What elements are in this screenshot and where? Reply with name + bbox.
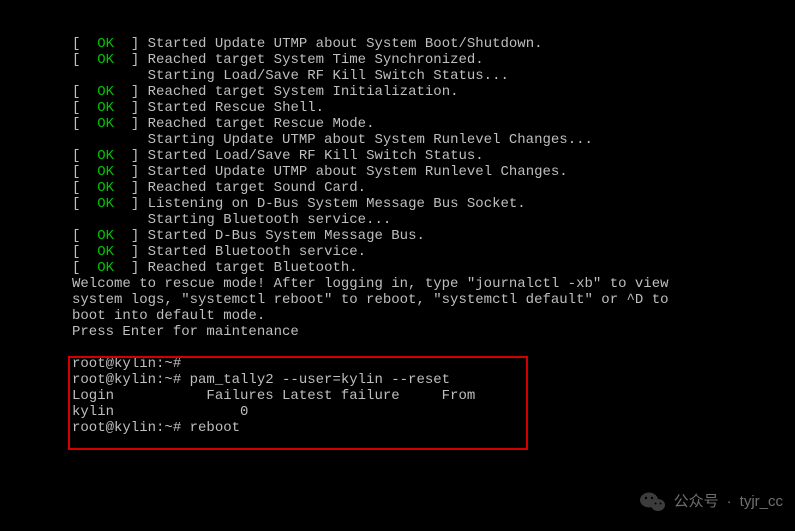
- boot-message: Started Update UTMP about System Boot/Sh…: [148, 36, 543, 52]
- boot-message: Starting Bluetooth service...: [148, 212, 392, 228]
- shell-line: root@kylin:~# reboot: [72, 420, 795, 436]
- status-ok: OK: [97, 100, 114, 116]
- status-ok: OK: [97, 180, 114, 196]
- boot-line: [ OK ] Reached target Sound Card.: [72, 180, 795, 196]
- boot-line: Starting Bluetooth service...: [72, 212, 795, 228]
- shell-line: kylin 0: [72, 404, 795, 420]
- watermark-label: 公众号: [674, 494, 719, 510]
- welcome-line: boot into default mode.: [72, 308, 795, 324]
- boot-message: Started Bluetooth service.: [148, 244, 366, 260]
- boot-message: Reached target System Time Synchronized.: [148, 52, 484, 68]
- welcome-line: Press Enter for maintenance: [72, 324, 795, 340]
- boot-line: Starting Load/Save RF Kill Switch Status…: [72, 68, 795, 84]
- status-ok: OK: [97, 84, 114, 100]
- boot-line: [ OK ] Reached target System Time Synchr…: [72, 52, 795, 68]
- status-ok: OK: [97, 244, 114, 260]
- welcome-line: Welcome to rescue mode! After logging in…: [72, 276, 795, 292]
- wechat-icon: [640, 491, 666, 513]
- terminal-screen[interactable]: [ OK ] Started Update UTMP about System …: [0, 0, 795, 436]
- boot-line: Starting Update UTMP about System Runlev…: [72, 132, 795, 148]
- boot-message: Reached target Sound Card.: [148, 180, 366, 196]
- boot-line: [ OK ] Started Bluetooth service.: [72, 244, 795, 260]
- boot-message: Reached target Rescue Mode.: [148, 116, 375, 132]
- boot-line: [ OK ] Started Update UTMP about System …: [72, 36, 795, 52]
- boot-line: [ OK ] Started Load/Save RF Kill Switch …: [72, 148, 795, 164]
- watermark-name: tyjr_cc: [740, 494, 783, 510]
- status-ok: OK: [97, 260, 114, 276]
- boot-message: Reached target Bluetooth.: [148, 260, 358, 276]
- status-ok: OK: [97, 52, 114, 68]
- status-ok: OK: [97, 116, 114, 132]
- boot-line: [ OK ] Reached target Rescue Mode.: [72, 116, 795, 132]
- boot-line: [ OK ] Reached target Bluetooth.: [72, 260, 795, 276]
- welcome-message: Welcome to rescue mode! After logging in…: [72, 276, 795, 356]
- welcome-line: [72, 340, 795, 356]
- watermark: 公众号 · tyjr_cc: [640, 491, 783, 513]
- boot-line: [ OK ] Reached target System Initializat…: [72, 84, 795, 100]
- boot-message: Reached target System Initialization.: [148, 84, 459, 100]
- shell-line: Login Failures Latest failure From: [72, 388, 795, 404]
- status-ok: OK: [97, 164, 114, 180]
- boot-message: Listening on D-Bus System Message Bus So…: [148, 196, 526, 212]
- boot-line: [ OK ] Started Rescue Shell.: [72, 100, 795, 116]
- watermark-sep: ·: [727, 494, 732, 510]
- boot-message: Started D-Bus System Message Bus.: [148, 228, 425, 244]
- shell-line: root@kylin:~# pam_tally2 --user=kylin --…: [72, 372, 795, 388]
- boot-message: Started Rescue Shell.: [148, 100, 324, 116]
- boot-message: Starting Update UTMP about System Runlev…: [148, 132, 593, 148]
- welcome-line: system logs, "systemctl reboot" to reboo…: [72, 292, 795, 308]
- shell-session: root@kylin:~#root@kylin:~# pam_tally2 --…: [72, 356, 795, 436]
- boot-log: [ OK ] Started Update UTMP about System …: [72, 36, 795, 276]
- status-ok: OK: [97, 196, 114, 212]
- boot-message: Starting Load/Save RF Kill Switch Status…: [148, 68, 509, 84]
- boot-message: Started Update UTMP about System Runleve…: [148, 164, 568, 180]
- status-ok: OK: [97, 148, 114, 164]
- boot-line: [ OK ] Started Update UTMP about System …: [72, 164, 795, 180]
- boot-line: [ OK ] Listening on D-Bus System Message…: [72, 196, 795, 212]
- status-ok: OK: [97, 36, 114, 52]
- shell-line: root@kylin:~#: [72, 356, 795, 372]
- boot-line: [ OK ] Started D-Bus System Message Bus.: [72, 228, 795, 244]
- status-ok: OK: [97, 228, 114, 244]
- boot-message: Started Load/Save RF Kill Switch Status.: [148, 148, 484, 164]
